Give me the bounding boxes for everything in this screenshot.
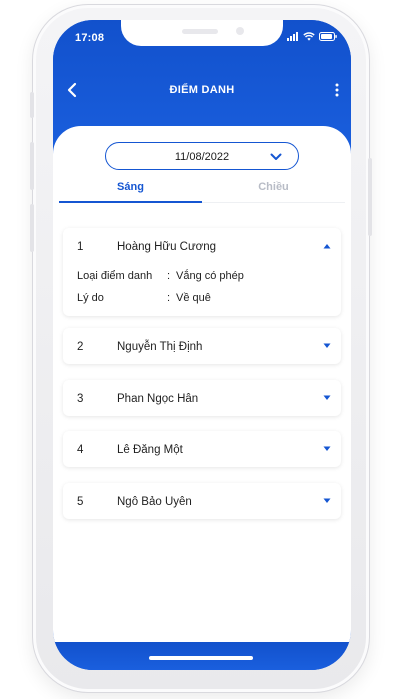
separator: : <box>167 270 171 282</box>
student-index: 1 <box>77 241 84 253</box>
reason-value: Về quê <box>176 292 211 304</box>
power-button <box>368 158 372 236</box>
student-name: Phan Ngọc Hân <box>117 393 199 405</box>
student-index: 3 <box>77 393 84 405</box>
camera <box>236 27 244 35</box>
attendance-type-label: Loại điểm danh <box>77 270 153 282</box>
student-index: 5 <box>77 496 84 508</box>
caret-down-icon[interactable] <box>323 343 331 349</box>
caret-down-icon[interactable] <box>323 395 331 401</box>
wifi-icon <box>303 32 315 41</box>
tab-sang[interactable]: Sáng <box>59 177 202 203</box>
mute-switch <box>30 92 34 118</box>
student-card[interactable]: 3 Phan Ngọc Hân <box>63 380 341 416</box>
student-index: 2 <box>77 341 84 353</box>
status-icons <box>287 32 337 41</box>
caret-up-icon[interactable] <box>323 243 331 249</box>
student-row[interactable]: 2 Nguyễn Thị Định <box>63 328 341 364</box>
chevron-down-icon <box>270 153 282 160</box>
more-vertical-icon[interactable] <box>333 81 341 99</box>
student-index: 4 <box>77 444 84 456</box>
student-row[interactable]: 3 Phan Ngọc Hân <box>63 380 341 416</box>
student-card[interactable]: 2 Nguyễn Thị Định <box>63 328 341 364</box>
content-panel: 11/08/2022 Sáng Chiều 1 Hoàng Hữu Cương … <box>53 126 351 642</box>
student-name: Lê Đăng Một <box>117 444 183 456</box>
attendance-type-value: Vắng có phép <box>176 270 244 282</box>
phone-screen: 17:08 ĐIỂM DANH 11/08/2022 Sáng Chiều 1 … <box>53 20 351 670</box>
student-name: Hoàng Hữu Cương <box>117 241 217 253</box>
student-row[interactable]: 1 Hoàng Hữu Cương <box>63 228 341 264</box>
student-name: Nguyễn Thị Định <box>117 341 203 353</box>
notch <box>121 20 283 46</box>
student-card[interactable]: 5 Ngô Bảo Uyên <box>63 483 341 519</box>
signal-icon <box>287 32 298 41</box>
student-card[interactable]: 4 Lê Đăng Một <box>63 431 341 467</box>
volume-up-button <box>30 142 34 190</box>
battery-icon <box>319 32 337 41</box>
student-card[interactable]: 1 Hoàng Hữu Cương Loại điểm danh : Vắng … <box>63 228 341 316</box>
separator: : <box>167 292 171 304</box>
volume-down-button <box>30 204 34 252</box>
speaker <box>182 29 218 34</box>
home-indicator[interactable] <box>149 656 253 660</box>
page-title: ĐIỂM DANH <box>169 84 235 96</box>
date-picker[interactable]: 11/08/2022 <box>105 142 299 170</box>
student-row[interactable]: 5 Ngô Bảo Uyên <box>63 483 341 519</box>
bottom-bar <box>53 642 351 670</box>
app-bar: ĐIỂM DANH <box>53 76 351 104</box>
status-time: 17:08 <box>75 32 105 44</box>
caret-down-icon[interactable] <box>323 446 331 452</box>
reason-label: Lý do <box>77 292 104 304</box>
caret-down-icon[interactable] <box>323 498 331 504</box>
tab-chieu[interactable]: Chiều <box>202 177 345 203</box>
attendance-detail: Loại điểm danh : Vắng có phép Lý do : Về… <box>63 264 341 316</box>
student-row[interactable]: 4 Lê Đăng Một <box>63 431 341 467</box>
session-tabs: Sáng Chiều <box>59 177 345 203</box>
student-name: Ngô Bảo Uyên <box>117 496 192 508</box>
